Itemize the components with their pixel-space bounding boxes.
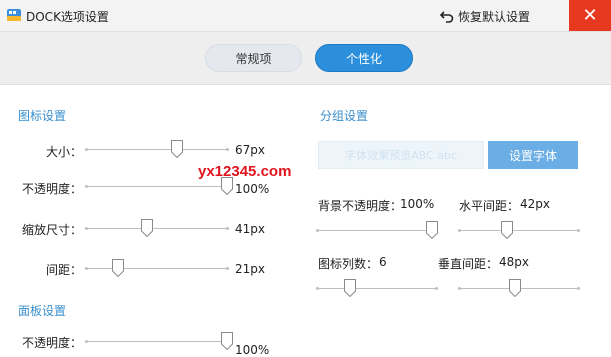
zoom-size-slider[interactable] (85, 227, 229, 230)
title-bar: DOCK选项设置 恢复默认设置 ✕ (0, 0, 611, 32)
undo-icon (440, 11, 454, 23)
slider-thumb[interactable] (170, 140, 183, 158)
zoom-size-label: 缩放尺寸： (21, 223, 82, 237)
window-title: DOCK选项设置 (26, 10, 109, 24)
panel-opacity-label: 不透明度： (21, 336, 82, 350)
columns-value: 6 (379, 255, 387, 269)
tab-personalize[interactable]: 个性化 (315, 44, 413, 72)
slider-thumb[interactable] (221, 177, 233, 195)
v-spacing-value: 48px (499, 255, 529, 269)
bg-opacity-label: 背景不透明度： (318, 199, 403, 213)
close-button[interactable]: ✕ (569, 0, 611, 31)
spacing-slider[interactable] (85, 267, 229, 270)
restore-defaults-button[interactable]: 恢复默认设置 (440, 7, 530, 25)
size-value: 67px (235, 143, 265, 157)
icon-opacity-slider[interactable] (85, 185, 229, 188)
zoom-size-value: 41px (235, 222, 265, 236)
tab-general[interactable]: 常规项 (205, 44, 302, 72)
h-spacing-value: 42px (520, 197, 550, 211)
icon-opacity-label: 不透明度： (21, 182, 82, 196)
panel-opacity-slider[interactable] (85, 340, 229, 343)
slider-thumb[interactable] (426, 221, 439, 239)
group-settings-title: 分组设置 (320, 109, 369, 123)
v-spacing-label: 垂直间距： (438, 257, 499, 271)
slider-thumb[interactable] (221, 332, 233, 350)
slider-thumb[interactable] (509, 279, 522, 297)
icon-opacity-value: 100% (235, 182, 270, 196)
set-font-button[interactable]: 设置字体 (488, 141, 578, 169)
slider-thumb[interactable] (343, 279, 356, 297)
columns-label: 图标列数： (318, 257, 379, 271)
slider-thumb[interactable] (501, 221, 514, 239)
slider-thumb[interactable] (141, 219, 154, 237)
spacing-label: 间距： (45, 263, 82, 277)
dock-app-icon (7, 9, 21, 21)
font-preview-box: 字体效果预览ABC abc (318, 141, 484, 169)
bg-opacity-slider[interactable] (316, 229, 438, 232)
h-spacing-label: 水平间距： (459, 199, 520, 213)
panel-opacity-value: 100% (235, 343, 270, 357)
h-spacing-slider[interactable] (458, 229, 580, 232)
spacing-value: 21px (235, 262, 265, 276)
restore-defaults-label: 恢复默认设置 (458, 9, 531, 24)
tab-bar: 常规项 个性化 (0, 32, 611, 85)
columns-slider[interactable] (316, 287, 438, 290)
watermark-text: yx12345.com (198, 163, 292, 180)
size-label: 大小： (45, 145, 82, 159)
icon-settings-title: 图标设置 (18, 109, 67, 123)
size-slider[interactable] (85, 148, 229, 151)
slider-thumb[interactable] (111, 259, 124, 277)
bg-opacity-value: 100% (400, 197, 435, 211)
close-icon: ✕ (582, 5, 598, 26)
panel-settings-title: 面板设置 (18, 304, 67, 318)
